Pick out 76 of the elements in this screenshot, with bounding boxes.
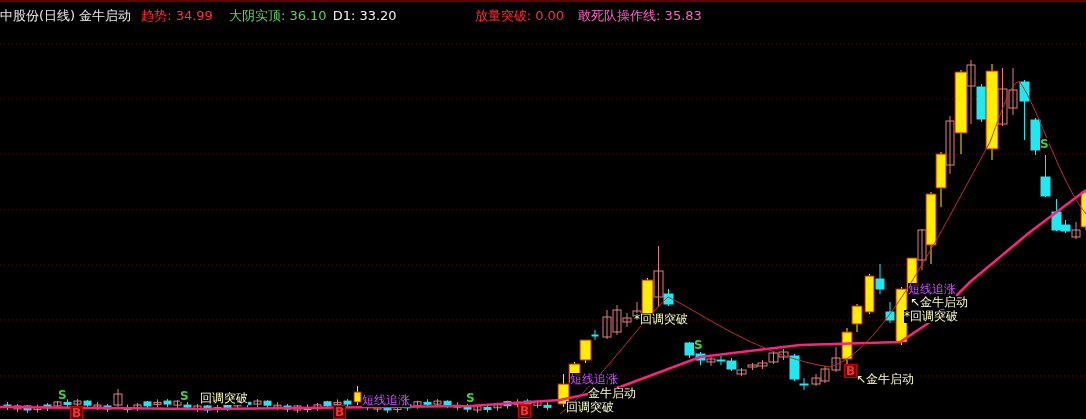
candlestick (193, 403, 202, 413)
signal-label: 回调突破 (566, 401, 614, 414)
signal-label: 金牛启动 (588, 387, 636, 400)
indicator-reading: 大阴实顶: 36.10 (228, 8, 327, 24)
candlestick (183, 401, 192, 411)
candlestick (1008, 67, 1018, 116)
formula-name: 金牛启动 (79, 8, 132, 24)
signal-label: ↖金牛启动 (910, 296, 969, 309)
candlestick (433, 398, 442, 408)
candlestick (143, 400, 152, 410)
candlestick (13, 403, 22, 413)
candlestick (173, 399, 182, 409)
indicator-reading: D1: 33.20 (332, 8, 397, 24)
candlestick (483, 403, 492, 413)
candlestick (23, 404, 32, 414)
buy-marker: B (333, 405, 347, 419)
candlestick (1040, 154, 1051, 198)
candlestick (293, 404, 302, 414)
indicator-reading: 趋势: 34.99 (141, 8, 213, 24)
candlestick (83, 399, 92, 409)
candlestick (133, 402, 142, 412)
candlestick (684, 341, 695, 359)
candlestick (875, 263, 885, 295)
candlestick (473, 404, 482, 414)
candlestick (503, 400, 512, 410)
sell-marker: S (58, 389, 67, 401)
candlestick (33, 404, 42, 414)
candlestick (73, 398, 82, 408)
sell-marker: S (1040, 138, 1049, 150)
candlestick (453, 401, 462, 411)
candlestick (533, 399, 542, 409)
candlestick (423, 398, 432, 408)
candlestick (273, 401, 282, 411)
candlestick (163, 398, 172, 408)
candlestick (831, 346, 841, 373)
indicator-reading: 敢死队操作线: 35.83 (578, 8, 702, 24)
candlestick (313, 402, 322, 412)
buy-marker: B (70, 406, 84, 419)
candlestick (935, 151, 947, 208)
signal-label: 回调突破 (200, 392, 248, 405)
buy-marker: B (844, 364, 858, 378)
candlestick (253, 398, 262, 408)
candlestick (153, 398, 162, 408)
candlestick (93, 401, 102, 411)
candlestick (43, 402, 52, 412)
candlestick (443, 399, 452, 409)
signal-label: ↖金牛启动 (856, 373, 915, 386)
sell-marker: S (466, 392, 475, 404)
signal-label: *回调突破 (904, 310, 958, 323)
candlestick (841, 327, 853, 365)
signal-label: 短线追涨 (908, 283, 956, 296)
candlestick (768, 350, 779, 365)
signal-label: 短线追涨 (362, 394, 410, 407)
candlestick (716, 355, 726, 366)
candlestick (602, 309, 612, 340)
candlestick (820, 365, 830, 384)
candlestick (63, 398, 72, 408)
candlestick (757, 359, 768, 370)
candlestick (543, 401, 552, 411)
candlestick (333, 398, 342, 408)
candlestick (811, 373, 821, 387)
signal-label: *回调突破 (634, 313, 688, 326)
candlestick (851, 303, 863, 333)
stock-title: 中股份(日线) (0, 8, 76, 24)
candlestick (263, 399, 272, 409)
sell-marker: S (180, 390, 189, 402)
candlestick (864, 273, 875, 315)
buy-marker: B (518, 404, 532, 418)
signal-label: 短线追涨 (570, 373, 618, 386)
candlestick (413, 400, 422, 410)
candlestick (493, 402, 502, 412)
candlestick (747, 362, 758, 371)
sell-marker: S (694, 339, 703, 351)
candlestick (706, 356, 716, 367)
candlestick (695, 351, 706, 366)
indicator-reading: 放量突破: 0.00 (474, 8, 565, 24)
